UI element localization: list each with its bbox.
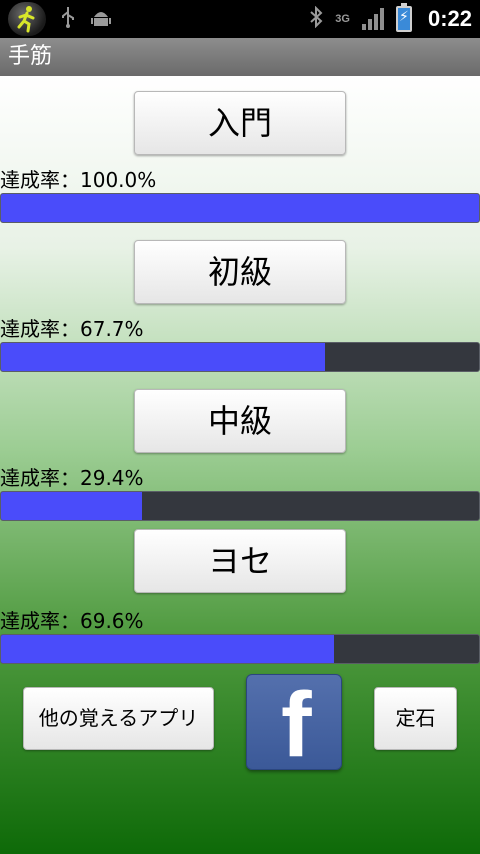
- level-button-nyumon[interactable]: 入門: [134, 91, 346, 155]
- progress-fill: [1, 492, 142, 520]
- status-bar: 3G ⚡ 0:22: [0, 0, 480, 38]
- usb-icon: [60, 6, 76, 32]
- progress-fill: [1, 343, 325, 371]
- progress-fill: [1, 635, 334, 663]
- app-notification-icon: [8, 2, 46, 36]
- progress-fill: [1, 194, 479, 222]
- progress-bar: [0, 491, 480, 521]
- battery-charging-icon: ⚡: [395, 3, 412, 32]
- joseki-button[interactable]: 定石: [374, 687, 457, 750]
- signal-strength-icon: [361, 8, 384, 30]
- app-title: 手筋: [0, 38, 480, 76]
- network-type-indicator: 3G: [335, 12, 350, 25]
- level-button-shokyu[interactable]: 初級: [134, 240, 346, 304]
- completion-rate-label: 達成率：69.6%: [0, 609, 144, 633]
- completion-rate-label: 達成率：100.0%: [0, 168, 157, 192]
- android-debug-icon: [90, 7, 112, 31]
- bluetooth-icon: [309, 5, 323, 32]
- facebook-icon: f: [281, 674, 312, 776]
- level-button-chukyu[interactable]: 中級: [134, 389, 346, 453]
- other-apps-button[interactable]: 他の覚えるアプリ: [23, 687, 214, 750]
- level-button-yose[interactable]: ヨセ: [134, 529, 346, 593]
- facebook-button[interactable]: f: [246, 674, 342, 776]
- progress-bar: [0, 342, 480, 372]
- progress-bar: [0, 193, 480, 223]
- progress-bar: [0, 634, 480, 664]
- completion-rate-label: 達成率：29.4%: [0, 466, 144, 490]
- clock: 0:22: [427, 6, 472, 31]
- completion-rate-label: 達成率：67.7%: [0, 317, 144, 341]
